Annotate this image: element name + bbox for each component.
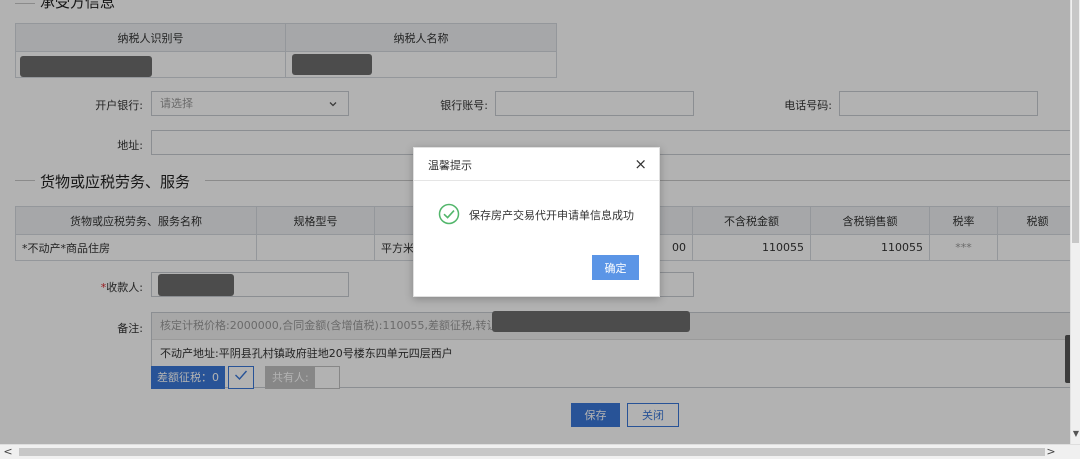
vertical-scrollbar[interactable]: ▼ xyxy=(1070,0,1080,444)
scroll-right-arrow[interactable]: > xyxy=(1043,445,1059,460)
tip-dialog: 温馨提示 × 保存房产交易代开申请单信息成功 确定 xyxy=(413,147,660,297)
success-check-icon xyxy=(438,203,460,225)
vertical-scroll-thumb[interactable] xyxy=(1072,0,1079,243)
scroll-left-arrow[interactable]: < xyxy=(0,445,16,460)
dialog-title: 温馨提示 xyxy=(428,159,472,172)
close-icon[interactable]: × xyxy=(634,154,647,174)
invoice-form-page: 承受方信息 纳税人识别号 纳税人名称 开户银行: 请选择 银行账号: 电话号码:… xyxy=(0,0,1070,444)
horizontal-scrollbar[interactable]: < > xyxy=(0,444,1080,459)
dialog-divider xyxy=(414,180,659,181)
confirm-button[interactable]: 确定 xyxy=(592,255,639,280)
horizontal-scroll-thumb[interactable] xyxy=(19,448,1045,456)
scroll-down-arrow[interactable]: ▼ xyxy=(1071,428,1080,440)
dialog-message: 保存房产交易代开申请单信息成功 xyxy=(469,209,634,222)
